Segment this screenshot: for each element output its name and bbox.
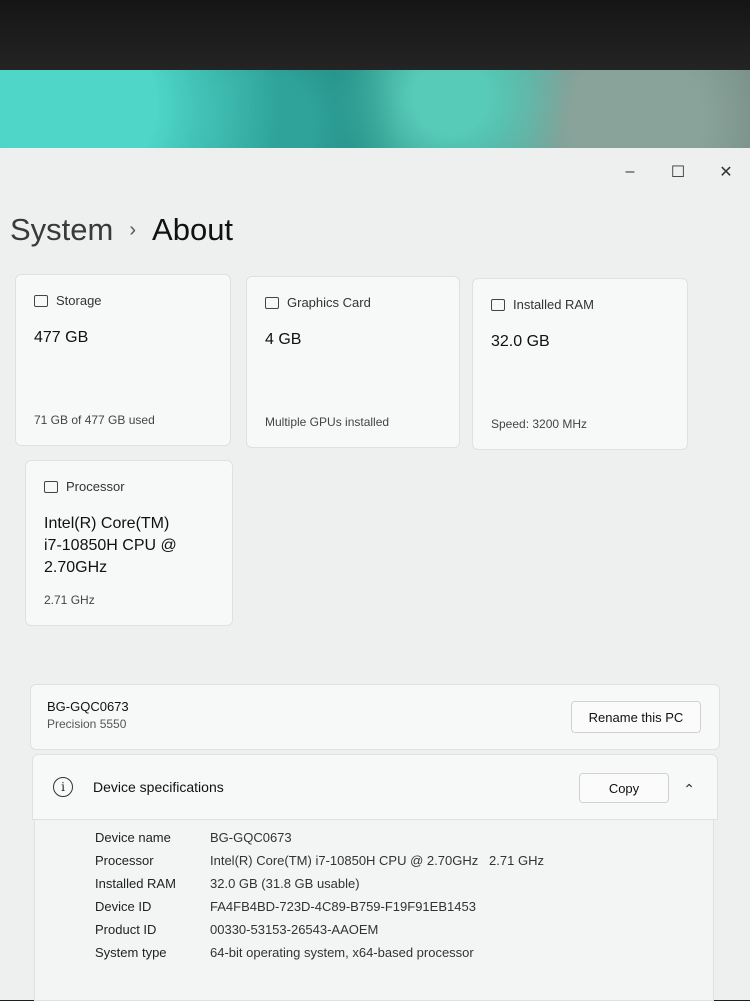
processor-value: Intel(R) Core(TM) i7-10850H CPU @ 2.70GH…	[44, 513, 177, 579]
graphics-card-icon	[265, 296, 279, 309]
spec-row-device-name: Device name BG-GQC0673	[95, 830, 292, 845]
graphics-card: Graphics Card 4 GB Multiple GPUs install…	[246, 276, 460, 448]
storage-card: Storage 477 GB 71 GB of 477 GB used	[15, 274, 231, 446]
storage-usage: 71 GB of 477 GB used	[34, 413, 155, 427]
spec-value: 64-bit operating system, x64-based proce…	[210, 945, 474, 960]
processor-value-line: 2.70GHz	[44, 559, 108, 576]
ram-title: Installed RAM	[513, 297, 594, 312]
ram-card: Installed RAM 32.0 GB Speed: 3200 MHz	[472, 278, 688, 450]
monitor-bezel	[0, 0, 750, 80]
device-specifications-list: Device name BG-GQC0673 Processor Intel(R…	[34, 820, 714, 1001]
maximize-button[interactable]: ☐	[654, 158, 702, 186]
spec-row-device-id: Device ID FA4FB4BD-723D-4C89-B759-F19F91…	[95, 899, 476, 914]
processor-value-line: Intel(R) Core(TM)	[44, 515, 170, 532]
processor-value-line: i7-10850H CPU @	[44, 537, 177, 554]
rename-pc-button[interactable]: Rename this PC	[571, 701, 701, 733]
processor-speed: 2.71 GHz	[44, 593, 95, 607]
spec-label: Device ID	[95, 899, 152, 914]
pc-name: BG-GQC0673	[47, 699, 129, 714]
spec-row-system-type: System type 64-bit operating system, x64…	[95, 945, 474, 960]
spec-label: Processor	[95, 853, 154, 868]
spec-row-product-id: Product ID 00330-53153-26543-AAOEM	[95, 922, 378, 937]
close-button[interactable]: ✕	[702, 158, 750, 186]
copy-button[interactable]: Copy	[579, 773, 669, 803]
breadcrumb-system-link[interactable]: System	[10, 212, 113, 248]
spec-row-processor: Processor Intel(R) Core(TM) i7-10850H CP…	[95, 853, 544, 868]
spec-row-installed-ram: Installed RAM 32.0 GB (31.8 GB usable)	[95, 876, 360, 891]
chevron-up-icon[interactable]: ⌃	[683, 781, 695, 798]
breadcrumb: System › About	[10, 212, 233, 248]
desktop-wallpaper	[0, 70, 750, 160]
chevron-right-icon: ›	[129, 218, 137, 241]
spec-value: BG-GQC0673	[210, 830, 292, 845]
ram-speed: Speed: 3200 MHz	[491, 417, 588, 431]
ram-value: 32.0 GB	[491, 333, 550, 350]
storage-title: Storage	[56, 293, 102, 308]
spec-value: Intel(R) Core(TM) i7-10850H CPU @ 2.70GH…	[210, 853, 544, 868]
device-specifications-header[interactable]: i Device specifications Copy ⌃	[32, 754, 718, 820]
ram-icon	[491, 298, 505, 311]
processor-card: Processor Intel(R) Core(TM) i7-10850H CP…	[25, 460, 233, 626]
info-icon: i	[53, 777, 73, 797]
spec-label: Product ID	[95, 922, 157, 937]
storage-value: 477 GB	[34, 329, 89, 346]
graphics-value: 4 GB	[265, 331, 302, 348]
spec-value: 32.0 GB (31.8 GB usable)	[210, 876, 360, 891]
window-controls: – ☐ ✕	[606, 158, 750, 186]
spec-label: System type	[95, 945, 167, 960]
spec-value: FA4FB4BD-723D-4C89-B759-F19F91EB1453	[210, 899, 476, 914]
pc-model: Precision 5550	[47, 717, 127, 731]
spec-label: Installed RAM	[95, 876, 176, 891]
pc-name-section: BG-GQC0673 Precision 5550 Rename this PC	[30, 684, 720, 750]
spec-value: 00330-53153-26543-AAOEM	[210, 922, 379, 937]
processor-title: Processor	[66, 479, 125, 494]
settings-window: – ☐ ✕ System › About Storage 477 GB 71 G…	[0, 148, 750, 1001]
spec-label: Device name	[95, 830, 171, 845]
minimize-button[interactable]: –	[606, 158, 654, 186]
storage-icon	[34, 294, 48, 307]
processor-icon	[44, 480, 58, 493]
page-title: About	[152, 212, 234, 247]
graphics-sub: Multiple GPUs installed	[265, 415, 390, 429]
graphics-title: Graphics Card	[287, 295, 371, 310]
device-specifications-title: Device specifications	[93, 779, 224, 795]
